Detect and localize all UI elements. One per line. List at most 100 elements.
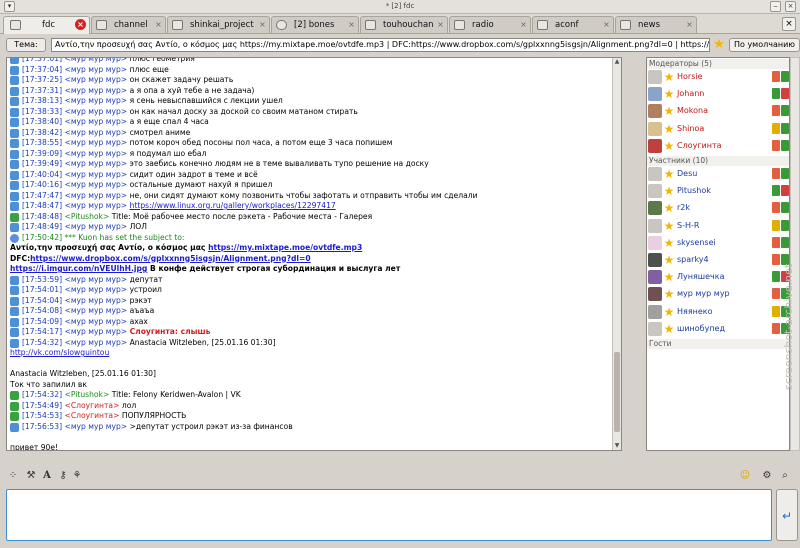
message-nick[interactable]: <мур мур мур>	[64, 75, 127, 84]
user-list-item[interactable]: ★ Shinoa	[647, 121, 789, 138]
tab-channel[interactable]: channel ×	[91, 16, 166, 33]
subject-text: В конфе действует строгая субординация и…	[147, 264, 401, 273]
user-list-item[interactable]: ★ skysensei	[647, 235, 789, 252]
user-list-item[interactable]: ★ Няянеко	[647, 304, 789, 321]
tab-aconf[interactable]: aconf ×	[532, 16, 614, 33]
message-nick[interactable]: <мур мур мур>	[64, 58, 127, 63]
format-icon[interactable]: ⚒	[24, 469, 38, 483]
message-input[interactable]	[6, 489, 772, 541]
guests-group-label[interactable]: Гости	[647, 339, 789, 349]
settings-icon[interactable]: ⁘	[6, 469, 20, 483]
star-icon: ★	[663, 287, 675, 302]
close-tab-icon[interactable]: ×	[347, 20, 356, 29]
message-nick[interactable]: <Pitushok>	[64, 390, 109, 399]
message-nick[interactable]: <мур мур мур>	[64, 338, 127, 347]
close-window-icon[interactable]: ×	[785, 1, 796, 12]
message-nick[interactable]: <Pitushok>	[64, 212, 109, 221]
topic-field[interactable]: Αντίο,την προσευχή σας Αντίο, ο κόσμος μ…	[51, 38, 710, 52]
chat-log[interactable]: [17:37:01] <мур мур мур> плюс геометрия[…	[6, 57, 622, 451]
tools-icon[interactable]: ⚙	[760, 469, 774, 483]
message-nick[interactable]: <мур мур мур>	[64, 170, 127, 179]
message-timestamp: [17:53:59]	[22, 274, 63, 284]
font-icon[interactable]: A	[40, 469, 54, 483]
message-nick[interactable]: <мур мур мур>	[64, 107, 127, 116]
minimize-icon[interactable]: ‒	[770, 1, 781, 12]
scroll-thumb[interactable]	[614, 352, 620, 432]
message-timestamp: [17:48:47]	[22, 201, 63, 210]
user-list-item[interactable]: ★ sparky4	[647, 252, 789, 269]
close-tab-icon[interactable]: ×	[436, 20, 445, 29]
user-list-item[interactable]: ★ Desu	[647, 166, 789, 183]
close-current-tab-icon[interactable]: ×	[782, 17, 796, 31]
close-tab-icon[interactable]: ×	[75, 19, 86, 30]
close-tab-icon[interactable]: ×	[154, 20, 163, 29]
chat-link[interactable]: http://vk.com/slowguintou	[7, 348, 612, 359]
user-list-item[interactable]: ★ S-H-R	[647, 218, 789, 235]
tab-bones[interactable]: [2] bones ×	[271, 16, 359, 33]
message-nick[interactable]: <мур мур мур>	[64, 117, 127, 126]
message-nick[interactable]: <мур мур мур>	[64, 86, 127, 95]
chat-scrollbar[interactable]: ▲ ▼	[612, 58, 621, 450]
message-nick[interactable]: <мур мур мур>	[64, 191, 127, 200]
user-list-item[interactable]: ★ мур мур мур	[647, 286, 789, 303]
message-nick[interactable]: <мур мур мур>	[64, 149, 127, 158]
message-nick[interactable]: <мур мур мур>	[64, 128, 127, 137]
user-list-item[interactable]: ★ Слоугинта	[647, 138, 789, 155]
participants-group-label[interactable]: Участники (10)	[647, 156, 789, 166]
message-nick[interactable]: <Слоугинта>	[64, 411, 119, 420]
link-icon[interactable]: ⚘	[70, 469, 84, 483]
tab-news[interactable]: news ×	[615, 16, 697, 33]
message-nick[interactable]: <мур мур мур>	[64, 317, 127, 326]
message-nick[interactable]: <мур мур мур>	[64, 96, 127, 105]
bookmark-star-icon[interactable]: ★	[712, 37, 726, 52]
user-list-item[interactable]: ★ Mokona	[647, 103, 789, 120]
subject-link[interactable]: https://my.mixtape.moe/ovtdfe.mp3	[208, 243, 362, 252]
topic-label-button[interactable]: Тема:	[6, 38, 46, 52]
close-tab-icon[interactable]: ×	[258, 20, 267, 29]
tab-radio[interactable]: radio ×	[449, 16, 531, 33]
tab-fdc[interactable]: fdc ×	[3, 16, 90, 34]
user-list-item[interactable]: ★ шинобупед	[647, 321, 789, 338]
default-button[interactable]: По умолчанию	[729, 38, 800, 52]
tab-touhouchan[interactable]: touhouchan ×	[360, 16, 448, 33]
message-nick[interactable]: <мур мур мур>	[64, 306, 127, 315]
message-nick[interactable]: <мур мур мур>	[64, 180, 127, 189]
key-icon[interactable]: ⚷	[56, 469, 70, 483]
smiley-icon[interactable]: ☺	[738, 469, 752, 483]
close-tab-icon[interactable]: ×	[602, 20, 611, 29]
scroll-up-icon[interactable]: ▲	[613, 58, 621, 66]
message-nick[interactable]: <мур мур мур>	[64, 275, 127, 284]
user-list-item[interactable]: ★ Луняшечка	[647, 269, 789, 286]
scroll-down-icon[interactable]: ▼	[613, 442, 621, 450]
message-timestamp: [17:39:49]	[22, 159, 63, 168]
message-nick[interactable]: <мур мур мур>	[64, 296, 127, 305]
close-tab-icon[interactable]: ×	[685, 20, 694, 29]
send-button[interactable]: ↵	[776, 489, 798, 541]
message-nick[interactable]: <мур мур мур>	[64, 222, 127, 231]
avatar	[648, 218, 662, 233]
message-nick[interactable]: <мур мур мур>	[64, 65, 127, 74]
message-text[interactable]: https://www.linux.org.ru/gallery/workpla…	[130, 201, 336, 210]
moderators-group-label[interactable]: Модераторы (5)	[647, 59, 789, 69]
subject-link[interactable]: https://www.dropbox.com/s/gplxxnng5isgsj…	[30, 254, 311, 263]
message-nick[interactable]: <мур мур мур>	[64, 422, 127, 431]
message-nick[interactable]: <мур мур мур>	[64, 285, 127, 294]
status-icon	[781, 88, 789, 100]
message-text: плюс еще	[129, 64, 169, 74]
close-tab-icon[interactable]: ×	[519, 20, 528, 29]
subject-line: DFC:https://www.dropbox.com/s/gplxxnng5i…	[7, 254, 612, 265]
message-nick[interactable]: <мур мур мур>	[64, 201, 127, 210]
search-icon[interactable]: ⌕	[778, 469, 792, 483]
tab-shinkai-project[interactable]: shinkai_project ×	[167, 16, 270, 33]
subject-link[interactable]: https://i.imgur.com/nVEUlhH.jpg	[10, 264, 147, 273]
user-list-item[interactable]: ★ Horsie	[647, 69, 789, 86]
user-list-item[interactable]: ★ r2k	[647, 200, 789, 217]
message-nick[interactable]: <мур мур мур>	[64, 327, 127, 336]
window-menu-icon[interactable]: ▾	[4, 1, 15, 12]
user-list-item[interactable]: ★ Pitushok	[647, 183, 789, 200]
tab-label: channel	[114, 20, 148, 30]
message-nick[interactable]: <мур мур мур>	[64, 159, 127, 168]
message-nick[interactable]: <Слоугинта>	[64, 401, 119, 410]
message-nick[interactable]: <мур мур мур>	[64, 138, 127, 147]
user-list-item[interactable]: ★ Johann	[647, 86, 789, 103]
